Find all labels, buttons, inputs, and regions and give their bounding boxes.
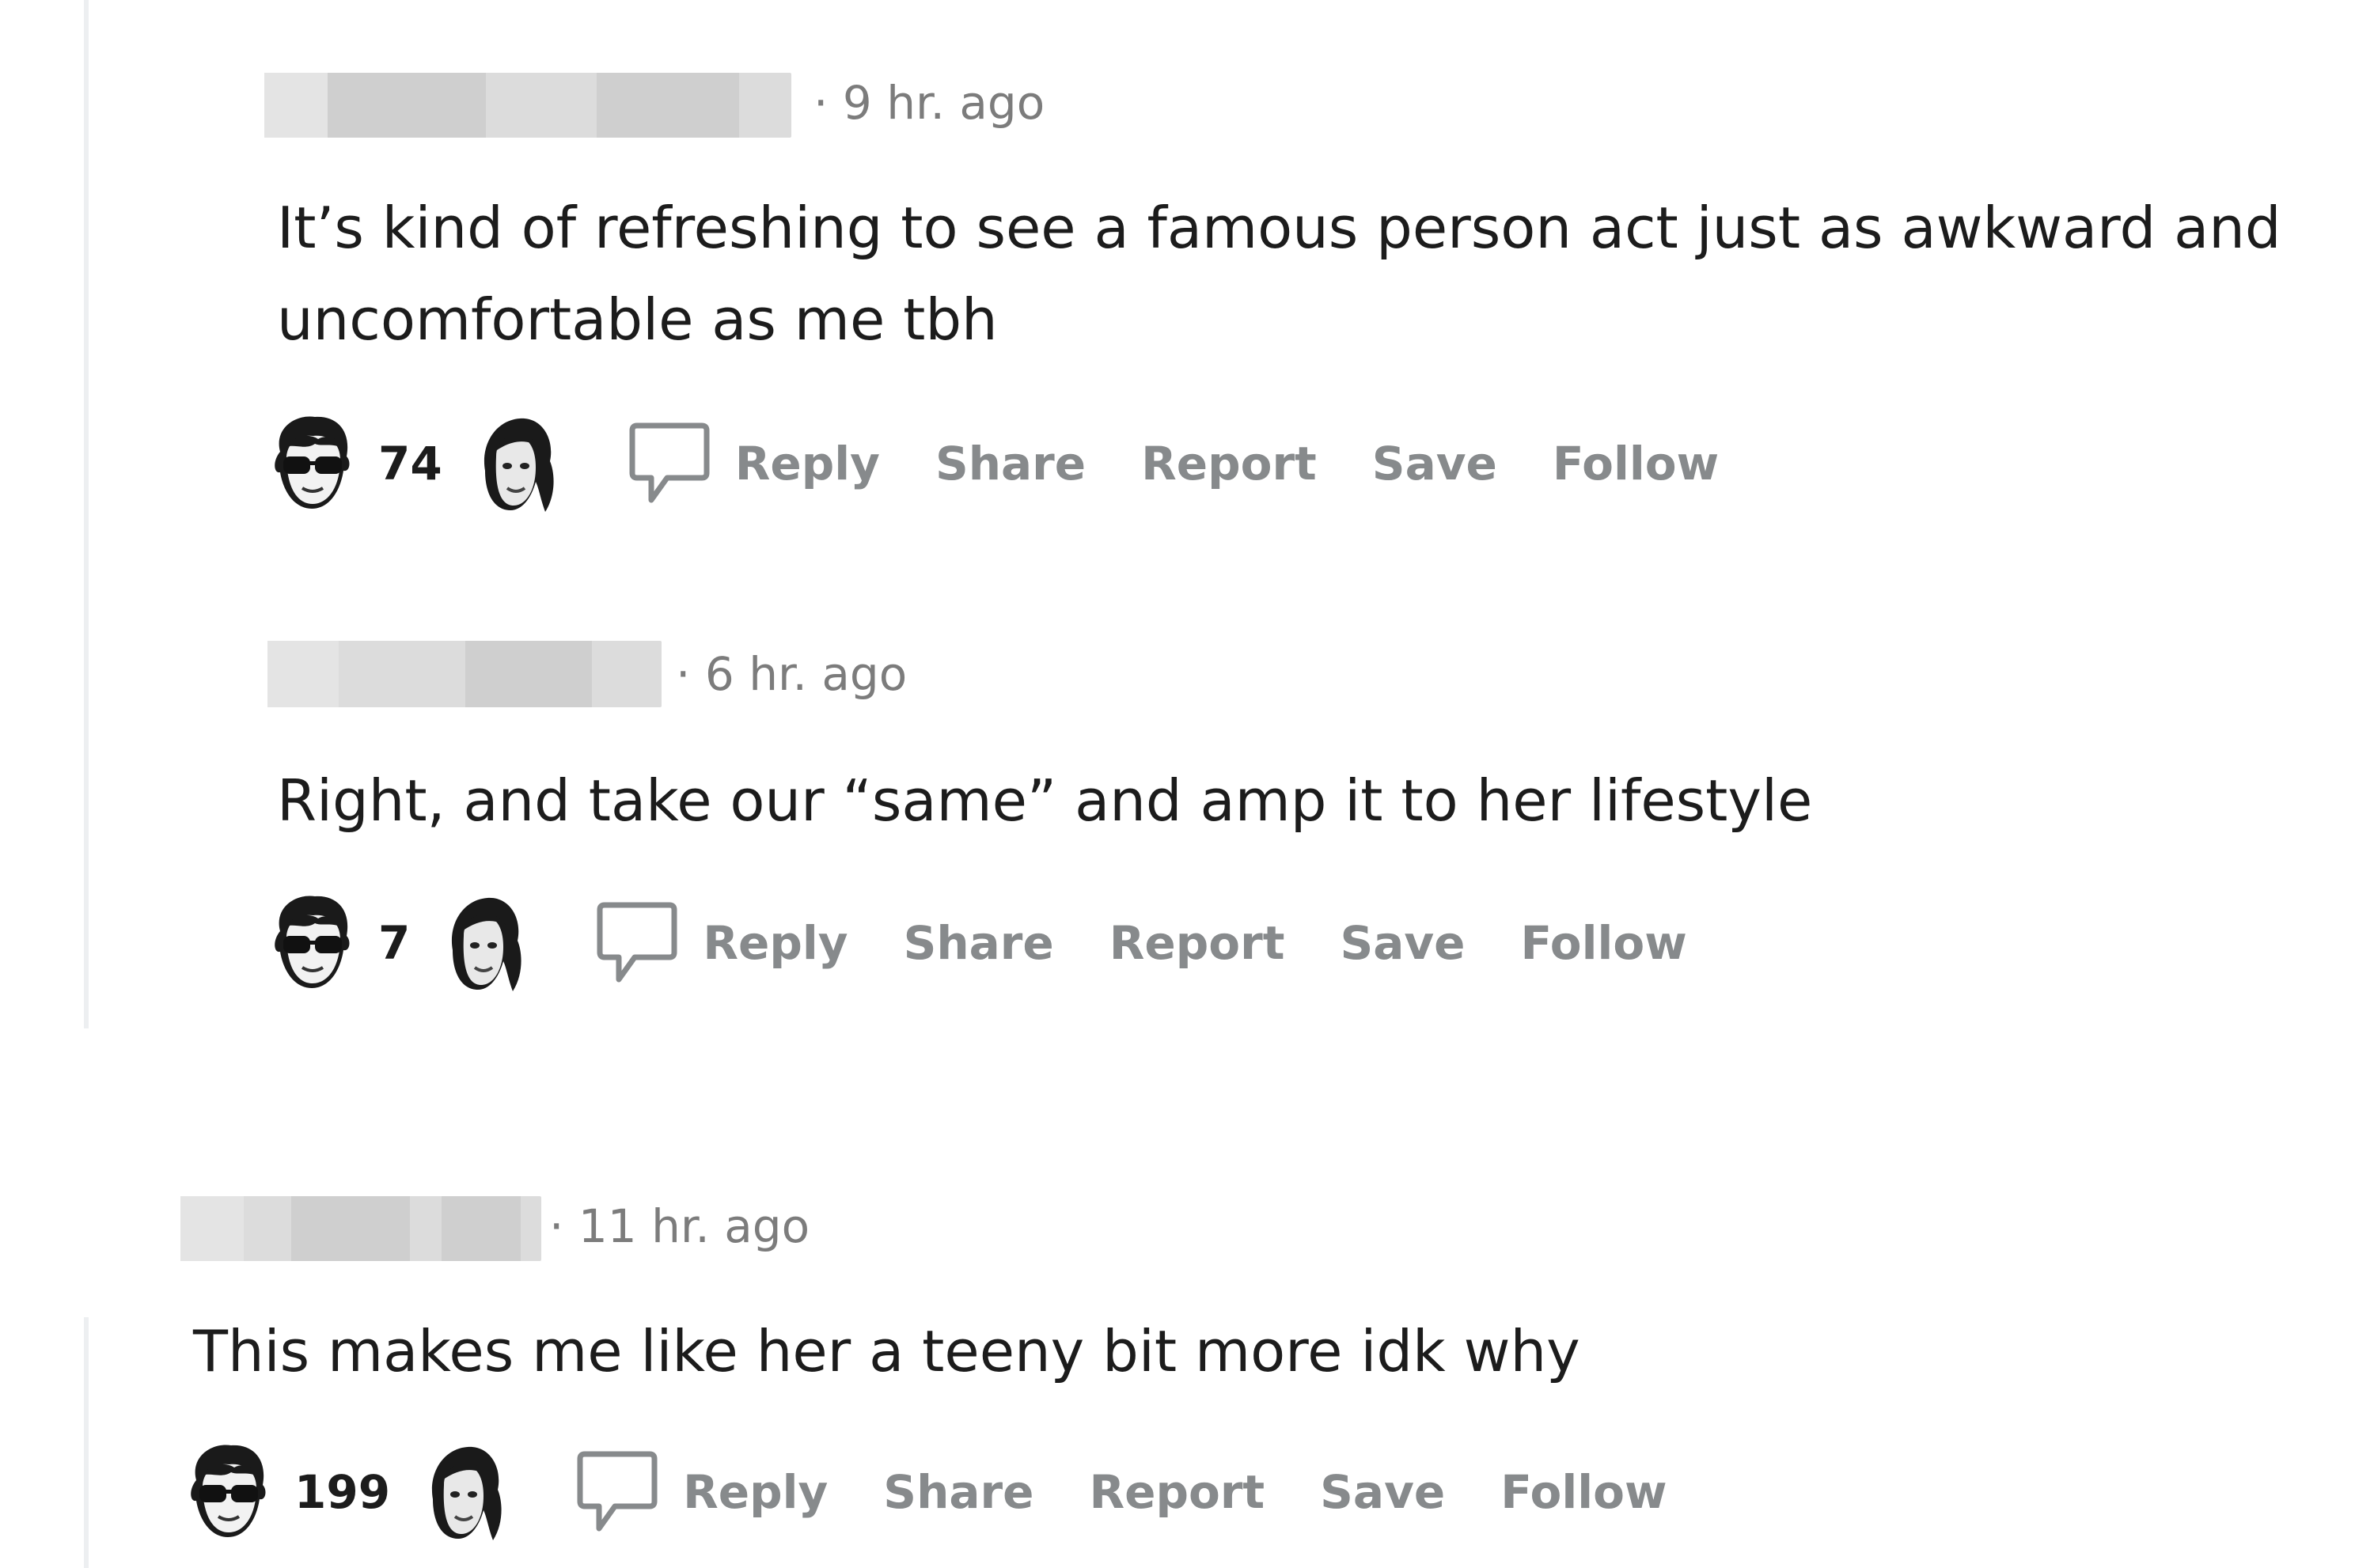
save-button[interactable]: Save bbox=[1372, 437, 1497, 490]
speech-bubble-icon bbox=[595, 899, 679, 987]
reply-button[interactable]: Reply bbox=[595, 899, 848, 987]
reply-label: Reply bbox=[734, 437, 880, 490]
comment-actions: 199 Reply Share Report Save Follow bbox=[185, 1437, 1723, 1547]
timestamp[interactable]: · 11 hr. ago bbox=[549, 1199, 810, 1253]
glasses-face-icon[interactable] bbox=[185, 1441, 271, 1543]
vote-count: 7 bbox=[378, 916, 411, 970]
follow-button[interactable]: Follow bbox=[1521, 916, 1687, 970]
ponytail-face-icon[interactable] bbox=[440, 892, 525, 994]
speech-bubble-icon bbox=[575, 1448, 659, 1536]
comment-body: Right, and take our “same” and amp it to… bbox=[277, 755, 1812, 846]
vote-count: 199 bbox=[294, 1465, 391, 1519]
reply-button[interactable]: Reply bbox=[628, 419, 880, 508]
username-redacted[interactable] bbox=[267, 641, 662, 707]
share-button[interactable]: Share bbox=[883, 1465, 1033, 1519]
comment-body: This makes me like her a teeny bit more … bbox=[193, 1305, 1580, 1397]
comment-2: · 6 hr. ago Right, and take our “same” a… bbox=[0, 554, 2374, 1044]
ponytail-face-icon[interactable] bbox=[472, 412, 558, 515]
comment-actions: 74 Reply Share Report Save Follow bbox=[269, 408, 1774, 519]
comment-body: It’s kind of refreshing to see a famous … bbox=[277, 182, 2281, 365]
timestamp[interactable]: · 9 hr. ago bbox=[813, 76, 1045, 130]
share-button[interactable]: Share bbox=[935, 437, 1086, 490]
username-redacted[interactable] bbox=[264, 73, 791, 138]
username-redacted[interactable] bbox=[180, 1196, 541, 1261]
comment-actions: 7 Reply Share Report Save Follow bbox=[269, 888, 1743, 998]
speech-bubble-icon bbox=[628, 419, 711, 508]
report-button[interactable]: Report bbox=[1141, 437, 1317, 490]
report-button[interactable]: Report bbox=[1089, 1465, 1265, 1519]
ponytail-face-icon[interactable] bbox=[420, 1441, 506, 1543]
follow-button[interactable]: Follow bbox=[1500, 1465, 1667, 1519]
comment-1: · 9 hr. ago It’s kind of refreshing to s… bbox=[0, 0, 2374, 554]
report-button[interactable]: Report bbox=[1109, 916, 1285, 970]
reply-button[interactable]: Reply bbox=[575, 1448, 828, 1536]
comment-3: · 11 hr. ago This makes me like her a te… bbox=[0, 1171, 2374, 1568]
glasses-face-icon[interactable] bbox=[269, 892, 355, 994]
comment-body-line: uncomfortable as me tbh bbox=[277, 286, 998, 353]
follow-button[interactable]: Follow bbox=[1553, 437, 1719, 490]
save-button[interactable]: Save bbox=[1340, 916, 1465, 970]
timestamp[interactable]: · 6 hr. ago bbox=[676, 647, 907, 701]
vote-count: 74 bbox=[378, 437, 442, 490]
comment-body-line: It’s kind of refreshing to see a famous … bbox=[277, 195, 2281, 261]
save-button[interactable]: Save bbox=[1320, 1465, 1445, 1519]
comment-body-line: Right, and take our “same” and amp it to… bbox=[277, 767, 1813, 834]
reply-label: Reply bbox=[703, 916, 848, 970]
reply-label: Reply bbox=[683, 1465, 829, 1519]
share-button[interactable]: Share bbox=[904, 916, 1054, 970]
glasses-face-icon[interactable] bbox=[269, 412, 355, 515]
comment-body-line: This makes me like her a teeny bit more … bbox=[193, 1318, 1580, 1384]
